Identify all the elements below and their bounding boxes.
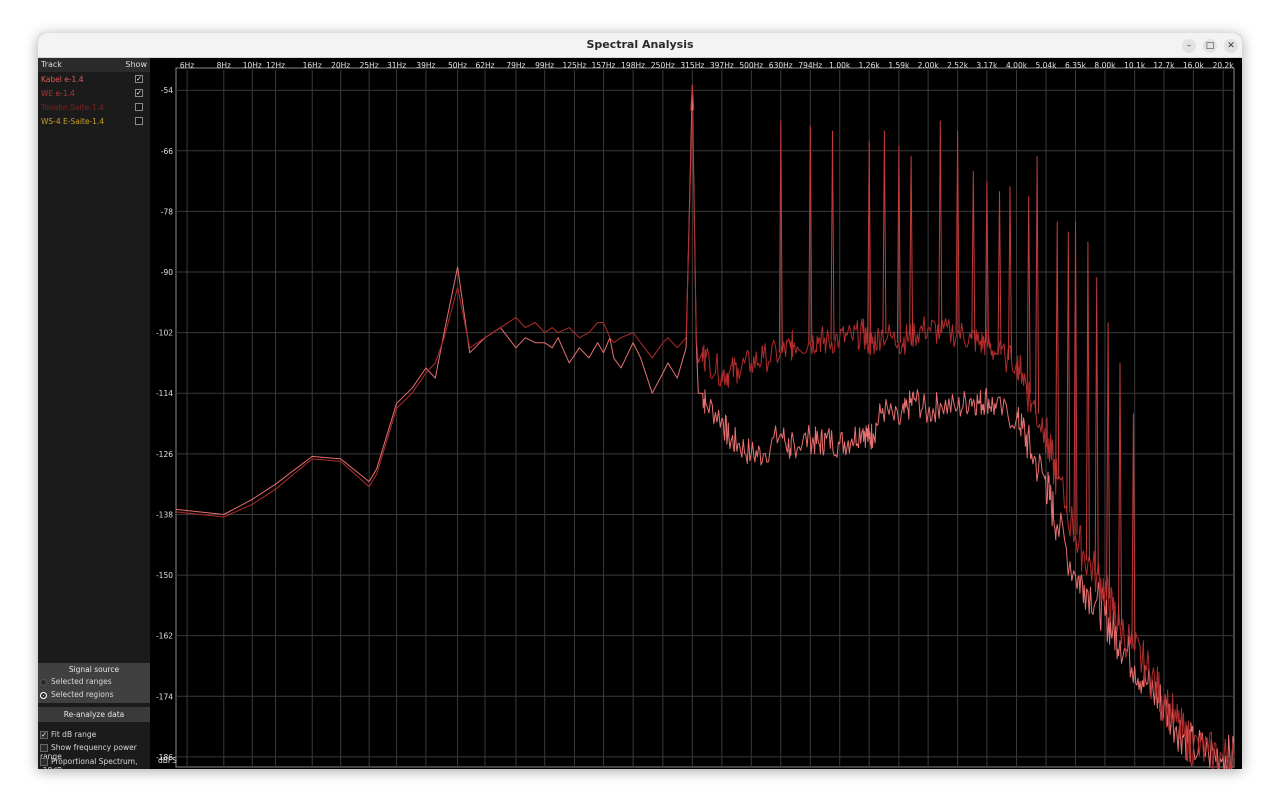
x-tick-label: 16Hz <box>303 61 322 70</box>
show-checkbox[interactable] <box>135 103 143 111</box>
x-tick-label: 1.00k <box>829 61 851 70</box>
x-tick-label: 79Hz <box>506 61 525 70</box>
x-tick-label: 8Hz <box>217 61 231 70</box>
y-axis-unit-label: dBFS <box>158 756 177 765</box>
show-checkbox[interactable]: ✓ <box>135 89 143 97</box>
y-tick-label: -138 <box>156 510 173 519</box>
x-tick-label: 125Hz <box>562 61 586 70</box>
x-tick-label: 794Hz <box>798 61 822 70</box>
y-tick-label: -102 <box>156 329 173 338</box>
x-tick-label: 62Hz <box>475 61 494 70</box>
y-tick-label: -78 <box>161 207 173 216</box>
x-tick-label: 2.52k <box>947 61 969 70</box>
spectrum-plot[interactable]: 6Hz 8Hz 10Hz 12Hz 16Hz 20Hz 25Hz 31Hz 39Hz 50Hz 62… <box>150 58 1242 769</box>
y-tick-label: -90 <box>161 268 173 277</box>
close-button[interactable]: ✕ <box>1224 39 1238 53</box>
option-label: Fit dB range <box>51 730 97 739</box>
sidebar: Track Show Kabel e-1.4 ✓ WE e-1.4 ✓ Tona… <box>38 58 150 769</box>
reanalyze-button[interactable]: Re-analyze data <box>38 707 150 722</box>
option-label: Proportional Spectrum, -18dB <box>40 757 138 769</box>
x-tick-label: 6.35k <box>1065 61 1087 70</box>
x-tick-label: 12Hz <box>266 61 285 70</box>
x-tick-label: 16.0k <box>1183 61 1205 70</box>
x-tick-label: 25Hz <box>360 61 379 70</box>
x-tick-label: 630Hz <box>769 61 793 70</box>
x-tick-label: 198Hz <box>621 61 645 70</box>
x-tick-label: 500Hz <box>739 61 763 70</box>
radio-button[interactable] <box>40 691 47 699</box>
checkbox[interactable] <box>40 744 48 752</box>
x-tick-label: 20.2k <box>1213 61 1235 70</box>
show-checkbox[interactable]: ✓ <box>135 75 143 83</box>
x-tick-label: 12.7k <box>1153 61 1175 70</box>
y-tick-label: -54 <box>161 86 173 95</box>
x-tick-label: 39Hz <box>416 61 435 70</box>
maximize-button[interactable]: □ <box>1203 39 1217 53</box>
plot-background <box>150 58 1242 769</box>
track-name: Tonabn.Saite-1.4 <box>41 103 104 112</box>
x-tick-label: 1.59k <box>888 61 910 70</box>
option-label: Selected ranges <box>51 677 112 686</box>
x-tick-label: 4.00k <box>1006 61 1028 70</box>
x-tick-label: 50Hz <box>448 61 467 70</box>
track-row[interactable]: Tonabn.Saite-1.4 <box>38 101 150 115</box>
fit-db-range-option[interactable]: ✓ Fit dB range <box>40 730 96 739</box>
track-name: WS-4 E-Saite-1.4 <box>41 117 105 126</box>
track-column-header: Track <box>41 60 62 69</box>
x-tick-label: 2.00k <box>918 61 940 70</box>
signal-source-panel: Signal source Selected ranges Selected r… <box>38 663 150 703</box>
x-tick-label: 20Hz <box>331 61 350 70</box>
checkbox[interactable] <box>40 758 48 766</box>
y-tick-label: -162 <box>156 632 173 641</box>
x-tick-label: 315Hz <box>680 61 704 70</box>
show-checkbox[interactable] <box>135 117 143 125</box>
selected-ranges-option[interactable]: Selected ranges <box>40 677 112 686</box>
y-tick-label: -66 <box>161 147 173 156</box>
show-column-header: Show <box>125 60 147 69</box>
y-tick-label: -150 <box>156 571 173 580</box>
checkbox[interactable]: ✓ <box>40 731 48 739</box>
x-tick-label: 5.04k <box>1035 61 1057 70</box>
window-title: Spectral Analysis <box>586 38 694 51</box>
minimize-button[interactable]: – <box>1182 39 1196 53</box>
selected-regions-option[interactable]: Selected regions <box>40 690 114 699</box>
x-tick-label: 8.00k <box>1094 61 1116 70</box>
proportional-spectrum-option[interactable]: Proportional Spectrum, -18dB <box>40 757 150 769</box>
track-row[interactable]: WS-4 E-Saite-1.4 <box>38 115 150 129</box>
radio-button[interactable] <box>40 678 47 686</box>
x-tick-label: 3.17k <box>976 61 998 70</box>
y-tick-label: -174 <box>156 692 173 701</box>
track-name: Kabel e-1.4 <box>41 75 84 84</box>
x-tick-label: 31Hz <box>387 61 406 70</box>
x-tick-label: 10Hz <box>243 61 262 70</box>
x-tick-label: 157Hz <box>592 61 616 70</box>
x-tick-label: 99Hz <box>535 61 554 70</box>
x-tick-label: 10.1k <box>1124 61 1146 70</box>
track-row[interactable]: WE e-1.4 ✓ <box>38 87 150 101</box>
option-label: Selected regions <box>51 690 114 699</box>
x-tick-label: 250Hz <box>651 61 675 70</box>
y-tick-label: -114 <box>156 389 173 398</box>
spectral-analysis-window: Spectral Analysis – □ ✕ Track Show Kabel… <box>38 33 1242 769</box>
track-list-header: Track Show <box>38 58 150 72</box>
y-tick-label: -126 <box>156 450 173 459</box>
signal-source-title: Signal source <box>68 665 120 674</box>
track-row[interactable]: Kabel e-1.4 ✓ <box>38 73 150 87</box>
x-tick-label: 397Hz <box>710 61 734 70</box>
track-name: WE e-1.4 <box>41 89 75 98</box>
x-tick-label: 6Hz <box>180 61 194 70</box>
x-tick-label: 1.26k <box>859 61 881 70</box>
title-bar: Spectral Analysis – □ ✕ <box>38 33 1242 58</box>
